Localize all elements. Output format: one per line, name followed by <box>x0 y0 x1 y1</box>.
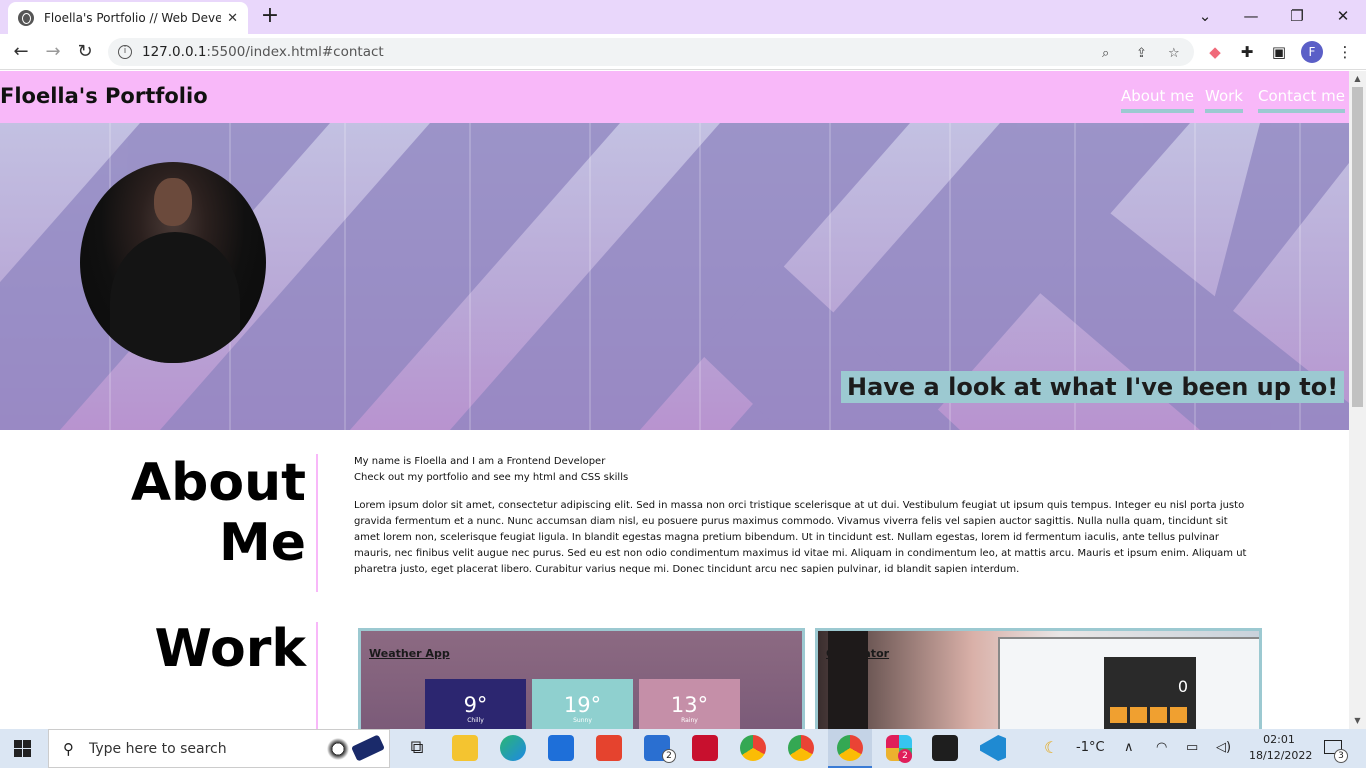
extensions-puzzle-icon[interactable]: ✚ <box>1238 43 1256 61</box>
minimize-button[interactable]: — <box>1228 2 1274 30</box>
new-tab-button[interactable]: + <box>258 3 282 28</box>
vscode-icon[interactable] <box>980 735 1006 761</box>
weather-tile-1: 9° Chilly <box>425 679 526 729</box>
scroll-up-arrow[interactable]: ▲ <box>1349 71 1366 87</box>
about-heading-line1: About <box>130 453 306 513</box>
edge-icon[interactable] <box>500 735 526 761</box>
work-divider <box>316 622 318 729</box>
url-path: :5500/index.html#contact <box>206 44 384 60</box>
close-window-button[interactable]: ✕ <box>1320 2 1366 30</box>
hero-tagline: Have a look at what I've been up to! <box>841 371 1345 403</box>
tab-title: Floella's Portfolio // Web Develop <box>44 11 222 25</box>
globe-icon <box>18 10 34 26</box>
battery-icon[interactable]: ▭ <box>1186 740 1198 755</box>
forward-button[interactable]: → <box>40 39 66 65</box>
bookmark-star-icon[interactable]: ☆ <box>1168 46 1180 61</box>
hero-banner: Have a look at what I've been up to! <box>0 123 1349 430</box>
project-card-calculator[interactable]: Calculator 0 <box>815 628 1262 729</box>
weather-tile-1-temp: 9° <box>463 693 488 717</box>
weather-tile-3-cond: Rainy <box>681 717 698 724</box>
close-tab-icon[interactable]: ✕ <box>227 11 238 26</box>
tray-clock[interactable]: 02:01 18/12/2022 <box>1249 732 1313 764</box>
nav-link-about[interactable]: About me <box>1121 87 1194 113</box>
tray-temperature[interactable]: -1°C <box>1076 740 1105 755</box>
restore-button[interactable]: ❐ <box>1274 2 1320 30</box>
taskbar-search[interactable]: ⚲ Type here to search <box>48 729 390 768</box>
notifications-badge: 3 <box>1334 749 1348 763</box>
slack-badge: 2 <box>898 749 912 763</box>
office-icon[interactable] <box>596 735 622 761</box>
browser-tab-bar: Floella's Portfolio // Web Develop ✕ + ⌄… <box>0 0 1366 34</box>
weather-tile-2-cond: Sunny <box>573 717 592 724</box>
file-explorer-icon[interactable] <box>452 735 478 761</box>
weather-tile-2: 19° Sunny <box>532 679 633 729</box>
menu-kebab-icon[interactable]: ⋮ <box>1336 43 1354 61</box>
tray-chevron-up-icon[interactable]: ∧ <box>1124 740 1134 755</box>
windows-start-icon[interactable] <box>14 740 31 757</box>
weather-tile-2-temp: 19° <box>563 693 602 717</box>
extension-icon[interactable]: ◆ <box>1206 43 1224 61</box>
weather-tile-3: 13° Rainy <box>639 679 740 729</box>
about-text: My name is Floella and I am a Frontend D… <box>354 454 1254 590</box>
url-host: 127.0.0.1 <box>142 44 207 60</box>
task-view-icon[interactable]: ⧉ <box>404 735 430 761</box>
calculator-widget: 0 <box>1104 657 1196 729</box>
chrome-profile-f-icon[interactable] <box>837 735 863 761</box>
scroll-thumb[interactable] <box>1352 87 1363 407</box>
about-body: Lorem ipsum dolor sit amet, consectetur … <box>354 500 1247 575</box>
boot-icon <box>351 734 385 762</box>
profile-avatar[interactable]: F <box>1301 41 1323 63</box>
side-panel-icon[interactable]: ▣ <box>1270 43 1288 61</box>
browser-toolbar: ← → ↻ i 127.0.0.1:5500/index.html#contac… <box>0 34 1366 70</box>
chrome-profile-d-icon[interactable] <box>788 735 814 761</box>
windows-taskbar: ⚲ Type here to search ⧉ 2 2 ☾ -1°C ∧ ◠ ▭… <box>0 729 1366 768</box>
tab-search-chevron-icon[interactable]: ⌄ <box>1182 2 1228 30</box>
scroll-down-arrow[interactable]: ▼ <box>1349 713 1366 729</box>
mail-badge: 2 <box>662 749 676 763</box>
wifi-icon[interactable]: ◠ <box>1156 740 1167 755</box>
about-intro-line1: My name is Floella and I am a Frontend D… <box>354 456 606 467</box>
weather-tile-3-temp: 13° <box>670 693 709 717</box>
terminal-icon[interactable] <box>932 735 958 761</box>
page-viewport: Floella's Portfolio About me Work Contac… <box>0 71 1349 729</box>
work-heading: Work <box>154 619 306 679</box>
weather-moon-icon[interactable]: ☾ <box>1044 738 1058 757</box>
profile-photo <box>80 162 266 363</box>
nav-link-contact[interactable]: Contact me <box>1258 87 1345 113</box>
volume-icon[interactable]: ◁) <box>1216 740 1231 755</box>
site-brand[interactable]: Floella's Portfolio <box>0 84 208 108</box>
nav-link-work[interactable]: Work <box>1205 87 1243 113</box>
taskbar-search-placeholder: Type here to search <box>89 741 227 757</box>
share-icon[interactable]: ⇪ <box>1136 46 1147 61</box>
about-heading: About Me <box>120 453 306 574</box>
about-intro-line2: Check out my portfolio and see my html a… <box>354 472 629 483</box>
back-button[interactable]: ← <box>8 39 34 65</box>
page-scrollbar[interactable]: ▲ ▼ <box>1349 71 1366 729</box>
address-bar[interactable]: i 127.0.0.1:5500/index.html#contact ⌕ ⇪ … <box>108 38 1194 66</box>
reload-button[interactable]: ↻ <box>72 39 98 65</box>
about-divider <box>316 454 318 592</box>
calculator-display: 0 <box>1177 677 1188 696</box>
camera-silhouette <box>828 631 868 729</box>
project-link-weather[interactable]: Weather App <box>369 647 450 660</box>
search-icon: ⚲ <box>63 740 74 758</box>
store-icon[interactable] <box>548 735 574 761</box>
zoom-icon[interactable]: ⌕ <box>1102 46 1109 61</box>
about-heading-line2: Me <box>218 512 306 573</box>
acrobat-icon[interactable] <box>692 735 718 761</box>
calculator-keys <box>1110 707 1190 723</box>
tray-date: 18/12/2022 <box>1249 749 1313 762</box>
soccer-ball-icon <box>325 736 351 762</box>
weather-tile-1-cond: Chilly <box>467 717 484 724</box>
site-header: Floella's Portfolio About me Work Contac… <box>0 71 1349 123</box>
browser-tab-active[interactable]: Floella's Portfolio // Web Develop ✕ <box>8 2 248 34</box>
tray-time: 02:01 <box>1263 733 1295 746</box>
project-card-weather[interactable]: Weather App 9° Chilly 19° Sunny 13° Rain… <box>358 628 805 729</box>
chrome-icon[interactable] <box>740 735 766 761</box>
site-info-icon[interactable]: i <box>118 45 132 59</box>
